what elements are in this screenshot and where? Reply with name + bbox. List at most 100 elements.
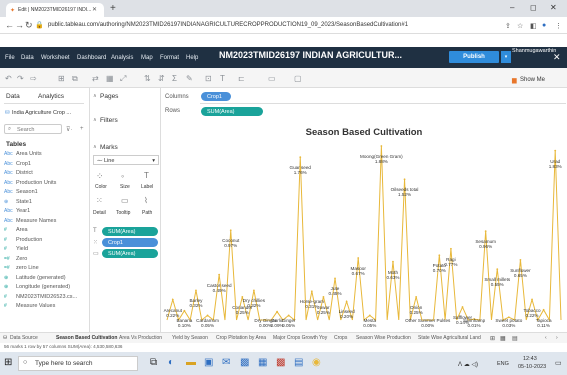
data-point[interactable]	[310, 290, 313, 293]
new-sheet-icon[interactable]: ⊞	[58, 74, 65, 83]
data-point[interactable]	[496, 268, 499, 270]
datasource-name[interactable]: India Agriculture Crop ...	[12, 110, 71, 116]
marks-pill-sum-area[interactable]: SUM(Area)	[102, 227, 158, 236]
field-item[interactable]: Measure Values	[16, 303, 55, 309]
data-point[interactable]	[519, 258, 522, 261]
mail-icon[interactable]: ✉	[222, 357, 230, 368]
tab-yield-by-season[interactable]: Yield by Season	[172, 335, 208, 341]
field-item[interactable]: Area	[16, 227, 28, 233]
field-item[interactable]: Longitude (generated)	[16, 284, 70, 290]
data-point[interactable]	[554, 149, 557, 152]
field-item[interactable]: Zero	[16, 256, 27, 262]
profile-icon[interactable]: ●	[542, 22, 546, 29]
field-item[interactable]: District	[16, 170, 33, 176]
marks-pill-crop1[interactable]: Crop1	[102, 238, 158, 247]
data-point[interactable]	[450, 247, 452, 250]
view-size-icon[interactable]: ▭	[268, 74, 276, 83]
word-icon[interactable]: ▤	[294, 357, 303, 368]
minimize-icon[interactable]: –	[510, 3, 514, 12]
data-point[interactable]	[461, 306, 464, 308]
field-item[interactable]: Latitude (generated)	[16, 275, 66, 281]
new-worksheet-icon[interactable]: ⊞	[490, 335, 495, 342]
field-item[interactable]: Yield	[16, 246, 28, 252]
color-icon[interactable]: ⁘	[96, 171, 104, 182]
data-point[interactable]	[171, 298, 174, 301]
menu-map[interactable]: Map	[141, 55, 153, 61]
data-point[interactable]	[322, 295, 325, 298]
browser-tab[interactable]: ✦ Edit | NM2023TMID26197 INDI...	[6, 3, 104, 17]
series-line[interactable]	[166, 145, 562, 322]
forward-icon[interactable]: →	[15, 20, 24, 30]
data-point[interactable]	[368, 314, 371, 317]
field-item[interactable]: Year1	[16, 208, 30, 214]
search-input[interactable]: ⌕ Search	[4, 124, 62, 134]
label-icon[interactable]: T	[144, 171, 149, 180]
field-item[interactable]: Measure Names	[16, 218, 56, 224]
data-point[interactable]	[380, 145, 383, 147]
pages-card-title[interactable]: Pages	[100, 93, 118, 100]
notification-icon[interactable]: ▭	[555, 359, 562, 367]
data-point[interactable]	[195, 289, 197, 292]
data-point[interactable]	[276, 310, 278, 313]
file-explorer-icon[interactable]: ▬	[186, 357, 196, 368]
tab-analytics[interactable]: Analytics	[38, 93, 64, 100]
language-indicator[interactable]: ENG	[497, 361, 509, 367]
scroll-right-icon[interactable]: ›	[556, 335, 558, 341]
redo-icon[interactable]: ↷	[17, 74, 24, 83]
menu-analysis[interactable]: Analysis	[111, 55, 133, 61]
detail-button[interactable]: Detail	[93, 210, 106, 216]
line-chart[interactable]: Arecanut 0.22% Banana 0.10% Barley 0.32% Carda…	[161, 140, 567, 332]
data-point[interactable]	[415, 295, 418, 298]
fix-axes-icon[interactable]: ⊏	[238, 74, 245, 83]
maximize-icon[interactable]: ◻	[530, 3, 537, 12]
extension-icon[interactable]: ◧	[530, 22, 537, 30]
undo-icon[interactable]: ↶	[5, 74, 12, 83]
group-icon[interactable]: ⊡	[205, 74, 212, 83]
menu-worksheet[interactable]: Worksheet	[41, 55, 70, 61]
new-tab-icon[interactable]: +	[110, 3, 116, 14]
collapse-marks-icon[interactable]: ∧	[93, 144, 97, 150]
data-point[interactable]	[438, 254, 441, 257]
close-window-icon[interactable]: ✕	[550, 3, 557, 12]
taskbar-search-input[interactable]: ○ Type here to search	[18, 356, 138, 371]
reload-icon[interactable]: ↻	[25, 20, 33, 31]
data-point[interactable]	[531, 298, 533, 301]
data-point[interactable]	[484, 230, 487, 233]
tab-area-vs-production[interactable]: Area Vs Production	[119, 335, 162, 341]
tab-crops[interactable]: Crops	[334, 335, 347, 341]
share-icon[interactable]: ⇪	[505, 22, 511, 30]
data-point[interactable]	[253, 289, 255, 292]
menu-format[interactable]: Format	[160, 55, 179, 61]
fit-icon[interactable]: ⤢	[120, 74, 126, 84]
data-point[interactable]	[392, 260, 394, 263]
labels-icon[interactable]: T	[220, 74, 225, 83]
field-item[interactable]: Crop1	[16, 161, 31, 167]
size-icon[interactable]: ◦	[121, 171, 124, 181]
url-text[interactable]: public.tableau.com/authoring/NM2023TMID2…	[48, 22, 408, 28]
menu-file[interactable]: File	[5, 55, 15, 61]
tab-data-source[interactable]: Data Source	[10, 335, 38, 341]
field-item[interactable]: Production	[16, 237, 42, 243]
calendar-icon[interactable]: ▦	[258, 357, 267, 368]
data-point[interactable]	[229, 229, 232, 232]
windows-start-icon[interactable]: ⊞	[4, 357, 12, 368]
edge-icon[interactable]: ◐	[168, 357, 174, 368]
path-icon[interactable]: ⌇	[144, 196, 148, 205]
clock-date[interactable]: 05-10-2023	[518, 364, 546, 370]
field-item[interactable]: zero Line	[16, 265, 39, 271]
detail-icon[interactable]: ⁙	[96, 196, 103, 205]
store-icon[interactable]: ▣	[204, 357, 213, 368]
tab-major-crops-growth[interactable]: Major Crops Growth Yoy	[273, 335, 327, 341]
data-point[interactable]	[218, 273, 221, 276]
filters-card-title[interactable]: Filters	[100, 117, 118, 124]
new-dashboard-icon[interactable]: ▦	[500, 335, 506, 342]
back-icon[interactable]: ←	[5, 20, 14, 30]
replay-icon[interactable]: ⇨	[30, 74, 37, 83]
show-me-button[interactable]: Show Me	[520, 77, 545, 83]
collapse-pages-icon[interactable]: ∧	[93, 93, 97, 99]
size-button[interactable]: Size	[120, 184, 130, 190]
swap-icon[interactable]: ⇄	[92, 74, 99, 83]
marks-card-title[interactable]: Marks	[100, 144, 118, 151]
clock-time[interactable]: 12:43	[523, 356, 537, 362]
new-story-icon[interactable]: ▤	[512, 335, 518, 342]
